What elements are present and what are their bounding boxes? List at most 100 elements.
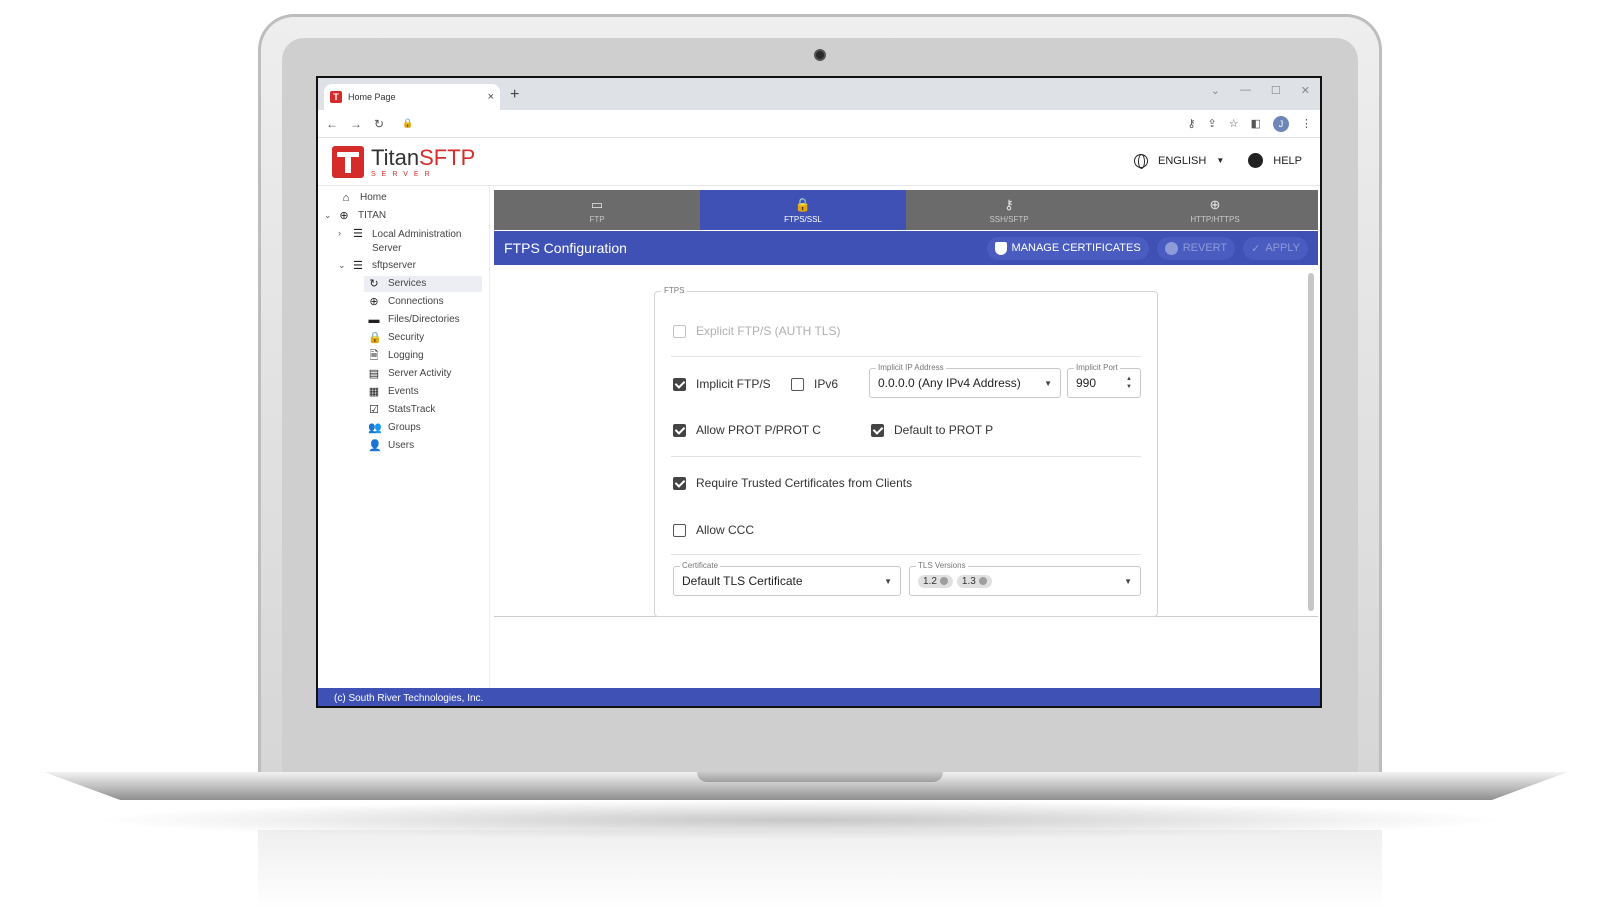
vertical-scrollbar[interactable] [1308, 273, 1314, 611]
tab-ftps[interactable]: 🔒 FTPS/SSL [700, 190, 906, 230]
ipv6-checkbox[interactable] [791, 377, 804, 391]
browser-tab[interactable]: T Home Page × [324, 84, 500, 110]
certificate-select[interactable]: Certificate Default TLS Certificate ▼ [673, 561, 901, 596]
group-icon: 👥 [368, 422, 382, 434]
share-icon[interactable]: ⇪ [1208, 117, 1217, 130]
laptop-mockup: T Home Page × + ⌄ — ☐ ✕ ← → ↻ 🔒 ⚷ ⇪ ☆ ◧ [0, 0, 1603, 921]
sidebar-item-connections[interactable]: ⊕ Connections [368, 296, 443, 308]
sidebar-item-groups[interactable]: 👥 Groups [368, 422, 421, 434]
explicit-ftps-checkbox[interactable] [673, 324, 686, 338]
chevron-down-icon[interactable]: ⌄ [338, 260, 346, 271]
star-icon[interactable]: ☆ [1229, 117, 1239, 130]
require-trusted-checkbox[interactable] [673, 476, 686, 490]
dropdown-arrow-icon: ▼ [1044, 378, 1052, 388]
new-tab-icon[interactable]: + [510, 86, 519, 104]
explicit-ftps-row[interactable]: Explicit FTP/S (AUTH TLS) [673, 324, 840, 338]
implicit-ftps-row[interactable]: Implicit FTP/S [673, 377, 771, 391]
require-trusted-row[interactable]: Require Trusted Certificates from Client… [673, 476, 912, 490]
chip-remove-icon[interactable] [939, 577, 948, 585]
allow-prot-checkbox[interactable] [673, 423, 686, 437]
implicit-ip-select[interactable]: Implicit IP Address 0.0.0.0 (Any IPv4 Ad… [869, 363, 1061, 398]
manage-certificates-button[interactable]: MANAGE CERTIFICATES [986, 236, 1149, 260]
key-icon: ⚷ [1004, 196, 1014, 212]
chevron-down-icon[interactable]: ⌄ [324, 210, 332, 221]
default-prot-row[interactable]: Default to PROT P [871, 423, 993, 437]
lock-icon: 🔒 [368, 332, 382, 344]
titan-favicon-icon: T [330, 91, 342, 103]
tls-versions-select[interactable]: TLS Versions 1.2 1.3 ▼ [909, 561, 1141, 596]
sidebar-item-label: Files/Directories [388, 314, 460, 325]
sidebar-item-users[interactable]: 👤 Users [368, 440, 414, 452]
minimize-icon[interactable]: — [1240, 84, 1251, 97]
sidebar-item-label-line2: Server [372, 243, 402, 254]
sidebar-item-titan[interactable]: ⌄ ⊕ TITAN [324, 210, 386, 222]
tab-close-icon[interactable]: × [488, 91, 494, 103]
globe-icon[interactable] [1134, 153, 1149, 169]
implicit-port-stepper[interactable]: Implicit Port 990 ▲ ▼ [1067, 363, 1141, 398]
tab-http[interactable]: ⊕ HTTP/HTTPS [1112, 190, 1318, 230]
sync-icon: ↻ [369, 278, 379, 290]
sidebar-item-files[interactable]: ▬ Files/Directories [368, 314, 460, 326]
chevron-right-icon[interactable]: › [338, 228, 346, 238]
revert-label: REVERT [1182, 242, 1228, 254]
sidebar-item-label: StatsTrack [388, 404, 436, 415]
back-icon[interactable]: ← [326, 117, 338, 131]
camera-icon [814, 49, 826, 61]
dropdown-arrow-icon: ▼ [1124, 576, 1132, 586]
chip-remove-icon[interactable] [978, 577, 987, 585]
tls-chip-1-3[interactable]: 1.3 [956, 574, 992, 588]
laptop-notch [697, 772, 943, 782]
allow-prot-row[interactable]: Allow PROT P/PROT C [673, 423, 821, 437]
sidebar-item-label: sftpserver [372, 260, 416, 271]
allow-ccc-row[interactable]: Allow CCC [673, 523, 754, 537]
tls-chip-1-2[interactable]: 1.2 [918, 574, 953, 588]
page-title: FTPS Configuration [504, 240, 627, 256]
laptop-reflection [258, 830, 1382, 910]
divider [671, 554, 1141, 555]
sidebar-item-logging[interactable]: 🗎 Logging [368, 350, 424, 362]
apply-button[interactable]: ✓ APPLY [1243, 236, 1308, 260]
forward-icon[interactable]: → [350, 117, 362, 131]
sidebar-item-local-admin[interactable]: › ☰ Local Administration Server [338, 228, 462, 256]
checklist-icon: ☑ [369, 404, 379, 416]
logo-subtitle: SERVER [371, 170, 436, 178]
sidebar-item-label: Local Administration [372, 229, 462, 240]
config-toolbar: FTPS Configuration MANAGE CERTIFICATES R… [494, 231, 1318, 265]
titan-logo[interactable]: TitanSFTP SERVER [332, 146, 475, 178]
sidebar-item-statstrack[interactable]: ☑ StatsTrack [368, 404, 435, 416]
maximize-icon[interactable]: ☐ [1271, 84, 1281, 97]
titan-logo-mark-icon [332, 146, 364, 178]
revert-button[interactable]: REVERT [1156, 236, 1236, 260]
stepper-arrows-icon[interactable]: ▲ ▼ [1126, 375, 1132, 391]
allow-ccc-checkbox[interactable] [673, 523, 686, 537]
profile-avatar[interactable]: J [1273, 115, 1289, 132]
tab-search-icon[interactable]: ⌄ [1211, 84, 1220, 97]
key-icon[interactable]: ⚷ [1187, 117, 1195, 130]
sidebar-item-security[interactable]: 🔒 Security [368, 332, 424, 344]
ipv6-row[interactable]: IPv6 [791, 377, 838, 391]
lock-icon: 🔒 [794, 196, 812, 212]
sidebar-item-home[interactable]: ⌂ Home [340, 192, 387, 204]
sidebar-item-label: Home [360, 192, 387, 203]
lock-icon[interactable]: 🔒 [402, 118, 413, 129]
divider [671, 456, 1141, 457]
tab-ftp[interactable]: ▭ FTP [494, 190, 700, 230]
reload-icon[interactable]: ↻ [374, 117, 384, 131]
sidebar-item-server-activity[interactable]: ▤ Server Activity [368, 368, 452, 380]
window-close-icon[interactable]: ✕ [1301, 84, 1310, 97]
language-selector[interactable]: ENGLISH [1158, 155, 1206, 167]
chevron-down-icon[interactable]: ▼ [1216, 156, 1224, 165]
sidebar-item-label: Security [388, 332, 425, 343]
globe-icon: ⊕ [339, 210, 349, 222]
sidepanel-icon[interactable]: ◧ [1251, 117, 1261, 130]
help-link[interactable]: HELP [1273, 155, 1302, 167]
implicit-ftps-checkbox[interactable] [673, 377, 686, 391]
default-prot-checkbox[interactable] [871, 423, 884, 437]
sidebar-item-services[interactable]: ↻ Services [364, 276, 482, 292]
tab-ssh[interactable]: ⚷ SSH/SFTP [906, 190, 1112, 230]
sidebar-item-sftpserver[interactable]: ⌄ ☰ sftpserver [338, 260, 416, 272]
sidebar-item-label: Users [388, 440, 415, 451]
menu-dots-icon[interactable]: ⋮ [1301, 117, 1312, 130]
account-icon[interactable] [1248, 153, 1264, 168]
sidebar-item-events[interactable]: ▦ Events [368, 386, 419, 398]
